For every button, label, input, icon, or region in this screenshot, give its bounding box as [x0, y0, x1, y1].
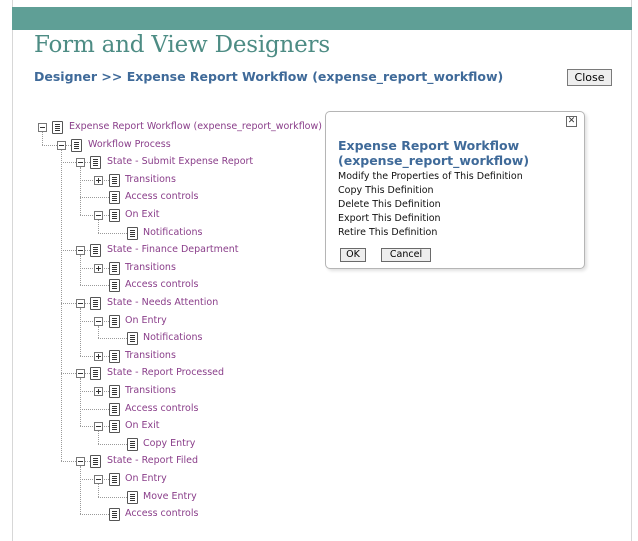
breadcrumb: Designer >> Expense Report Workflow (exp…: [34, 69, 504, 84]
tree-node-on-exit[interactable]: On Exit: [125, 420, 160, 432]
collapse-icon[interactable]: [94, 475, 103, 484]
tree-connector: [61, 149, 62, 462]
expand-icon[interactable]: [94, 175, 103, 185]
tree-node-transitions[interactable]: Transitions: [125, 350, 176, 362]
copy-definition-option[interactable]: Copy This Definition: [338, 185, 434, 196]
tree-connector: [80, 197, 109, 199]
tree-node-transitions[interactable]: Transitions: [125, 385, 176, 397]
document-icon: [127, 332, 138, 346]
collapse-icon[interactable]: [76, 299, 85, 308]
tree-node-notifications[interactable]: Notifications: [143, 332, 202, 344]
document-icon: [127, 437, 138, 451]
collapse-icon[interactable]: [57, 140, 66, 150]
document-icon: [52, 121, 63, 134]
tree-node-move-entry[interactable]: Move Entry: [143, 491, 197, 503]
tree-connector: [80, 378, 81, 427]
tree-node-state[interactable]: State - Submit Expense Report: [107, 156, 253, 168]
page-title: Form and View Designers: [34, 32, 330, 58]
collapse-icon[interactable]: [94, 211, 103, 220]
tree-connector: [42, 132, 43, 145]
document-icon: [127, 226, 138, 240]
tree-node-copy-entry[interactable]: Copy Entry: [143, 438, 195, 450]
expand-icon[interactable]: [94, 351, 103, 361]
document-icon: [109, 508, 120, 522]
collapse-icon[interactable]: [76, 246, 85, 256]
export-definition-option[interactable]: Export This Definition: [338, 213, 441, 224]
document-icon: [109, 385, 120, 398]
collapse-icon[interactable]: [38, 123, 47, 132]
tree-node-transitions[interactable]: Transitions: [125, 174, 176, 186]
document-icon: [109, 349, 120, 363]
context-popup: ✕ Expense Report Workflow (expense_repor…: [325, 111, 585, 269]
tree-node-notifications[interactable]: Notifications: [143, 227, 202, 239]
tree-connector: [80, 308, 81, 356]
delete-definition-option[interactable]: Delete This Definition: [338, 199, 441, 210]
tree-connector: [98, 325, 99, 339]
tree-connector: [80, 167, 81, 215]
tree-root[interactable]: Expense Report Workflow (expense_report_…: [69, 121, 322, 133]
collapse-icon[interactable]: [76, 457, 85, 467]
collapse-icon[interactable]: [94, 316, 103, 326]
document-icon: [90, 156, 101, 170]
collapse-icon[interactable]: [94, 422, 103, 432]
tree-connector: [80, 466, 81, 515]
popup-title: Expense Report Workflow (expense_report_…: [338, 138, 530, 168]
tree-connector: [98, 484, 99, 497]
document-icon: [109, 402, 120, 416]
tree-node-workflow-process[interactable]: Workflow Process: [88, 139, 171, 151]
tree-node-access-controls[interactable]: Access controls: [125, 279, 198, 291]
cancel-button[interactable]: Cancel: [381, 248, 431, 262]
tree-node-state[interactable]: State - Needs Attention: [107, 297, 218, 309]
collapse-icon[interactable]: [76, 158, 85, 168]
tree-node-access-controls[interactable]: Access controls: [125, 191, 198, 203]
tree-node-state[interactable]: State - Report Filed: [107, 455, 198, 467]
document-icon: [109, 173, 120, 187]
retire-definition-option[interactable]: Retire This Definition: [338, 227, 437, 238]
tree-connector: [98, 496, 127, 498]
tree-connector: [98, 220, 99, 233]
tree-connector: [98, 431, 99, 444]
document-icon: [109, 473, 120, 486]
expand-icon[interactable]: [94, 263, 103, 273]
tree-connector: [98, 338, 127, 340]
tree-connector: [98, 232, 127, 234]
close-icon[interactable]: ✕: [566, 116, 577, 127]
tree-connector: [80, 285, 109, 287]
tree-node-access-controls[interactable]: Access controls: [125, 403, 198, 415]
tree-node-on-entry[interactable]: On Entry: [125, 315, 167, 327]
tree-connector: [80, 255, 81, 286]
document-icon: [109, 261, 120, 275]
document-icon: [109, 209, 120, 222]
close-button[interactable]: Close: [567, 69, 612, 86]
header-bar: [12, 7, 632, 30]
tree-node-transitions[interactable]: Transitions: [125, 262, 176, 274]
collapse-icon[interactable]: [76, 369, 85, 379]
tree-connector: [80, 408, 109, 410]
ok-button[interactable]: OK: [340, 248, 366, 262]
tree-connector: [98, 443, 127, 445]
document-icon: [109, 314, 120, 328]
tree-connector: [80, 514, 109, 516]
tree-node-on-entry[interactable]: On Entry: [125, 473, 167, 485]
document-icon: [90, 244, 101, 258]
tree-node-on-exit[interactable]: On Exit: [125, 209, 160, 221]
document-icon: [71, 138, 82, 152]
document-icon: [90, 455, 101, 469]
tree-node-access-controls[interactable]: Access controls: [125, 508, 198, 520]
document-icon: [90, 367, 101, 381]
modify-properties-option[interactable]: Modify the Properties of This Definition: [338, 171, 523, 182]
expand-icon[interactable]: [94, 387, 103, 396]
document-icon: [127, 490, 138, 504]
document-icon: [90, 297, 101, 310]
tree-node-state[interactable]: State - Finance Department: [107, 244, 238, 256]
document-icon: [109, 420, 120, 434]
tree-node-state[interactable]: State - Report Processed: [107, 367, 224, 379]
document-icon: [109, 191, 120, 205]
document-icon: [109, 279, 120, 293]
